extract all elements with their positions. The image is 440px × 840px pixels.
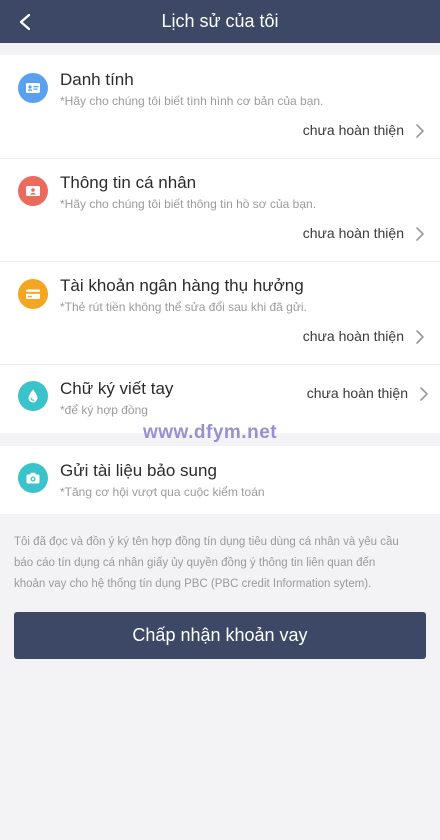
item-title: Gửi tài liệu bảo sung: [60, 461, 217, 480]
status-text: chưa hoàn thiện: [302, 122, 404, 138]
agreement-line: Tôi đã đọc và đồn ý ký tên hợp đồng tín …: [14, 536, 399, 548]
signature-drop-icon: [18, 381, 48, 411]
agreement-line: báo cáo tín dụng cá nhân giấy ủy quyền đ…: [14, 557, 376, 569]
item-supplement-documents[interactable]: Gửi tài liệu bảo sung *Tăng cơ hội vượt …: [0, 446, 440, 514]
item-identity[interactable]: Danh tính *Hãy cho chúng tôi biết tình h…: [0, 55, 440, 158]
item-title: Danh tính: [60, 70, 134, 89]
item-title: Tài khoản ngân hàng thụ hưởng: [60, 276, 304, 295]
supplement-card: Gửi tài liệu bảo sung *Tăng cơ hội vượt …: [0, 446, 440, 514]
chevron-right-icon: [420, 387, 428, 401]
accept-loan-button[interactable]: Chấp nhận khoản vay: [14, 612, 426, 659]
item-title: Thông tin cá nhân: [60, 173, 197, 192]
chevron-right-icon: [416, 124, 424, 138]
item-description: *Thẻ rút tiền không thể sửa đổi sau khi …: [60, 300, 307, 314]
id-card-icon: [18, 73, 48, 103]
profile-items-card: Danh tính *Hãy cho chúng tôi biết tình h…: [0, 55, 440, 433]
item-description: *để ký hợp đồng: [60, 403, 148, 417]
page-title: Lịch sử của tôi: [161, 11, 279, 31]
agreement-line: khoản vay cho hệ thống tín dụng PBC (PBC…: [14, 578, 372, 590]
chevron-right-icon: [416, 227, 424, 241]
item-personal-info[interactable]: Thông tin cá nhân *Hãy cho chúng tôi biế…: [0, 159, 440, 261]
profile-card-icon: [18, 176, 48, 206]
empty-area: [0, 680, 440, 840]
camera-icon: [18, 463, 48, 493]
status-text: chưa hoàn thiện: [302, 328, 404, 344]
item-description: *Hãy cho chúng tôi biết thông tin hồ sơ …: [60, 197, 317, 211]
status-text: chưa hoàn thiện: [306, 385, 408, 401]
item-bank-account[interactable]: Tài khoản ngân hàng thụ hưởng *Thẻ rút t…: [0, 262, 440, 364]
app-header: Lịch sử của tôi: [0, 0, 440, 43]
bank-card-icon: [18, 279, 48, 309]
watermark-text: www.dfym.net: [143, 422, 278, 443]
chevron-right-icon: [416, 330, 424, 344]
agreement-text: Tôi đã đọc và đồn ý ký tên hợp đồng tín …: [14, 532, 438, 595]
item-description: *Tăng cơ hội vượt qua cuộc kiểm toán: [60, 485, 265, 499]
item-title: Chữ ký viết tay: [60, 379, 174, 398]
status-text: chưa hoàn thiện: [302, 225, 404, 241]
item-description: *Hãy cho chúng tôi biết tình hình cơ bản…: [60, 94, 324, 108]
